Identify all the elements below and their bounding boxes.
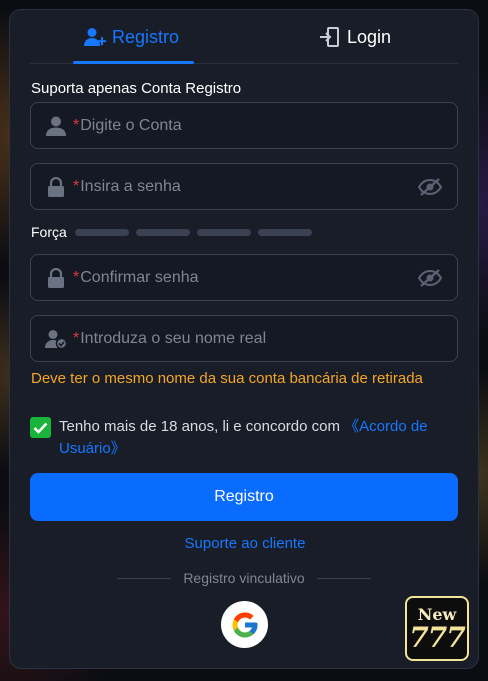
tab-registro[interactable]: Registro xyxy=(84,10,179,64)
account-field[interactable]: * Digite o Conta xyxy=(30,102,458,149)
auth-tabs: Registro Login xyxy=(30,10,458,64)
register-modal: Registro Login Suporta apenas Conta Regi… xyxy=(9,9,479,669)
customer-support-link[interactable]: Suporte ao cliente xyxy=(10,535,480,552)
lock-icon xyxy=(45,176,67,198)
required-mark: * xyxy=(73,177,80,195)
active-tab-indicator xyxy=(73,61,194,64)
agreement-row: Tenho mais de 18 anos, li e concordo com… xyxy=(30,416,450,460)
required-mark: * xyxy=(73,116,80,134)
new-777-badge[interactable]: New 777 xyxy=(405,596,469,661)
strength-bar xyxy=(74,228,129,236)
tab-login[interactable]: Login xyxy=(319,10,391,64)
confirm-password-input[interactable]: Confirmar senha xyxy=(80,269,417,287)
strength-bar xyxy=(257,228,312,236)
eye-hidden-icon[interactable] xyxy=(417,267,443,289)
bind-divider: Registro vinculativo xyxy=(117,570,372,586)
agreement-text: Tenho mais de 18 anos, li e concordo com… xyxy=(59,416,450,460)
password-strength: Força xyxy=(31,224,319,240)
divider-line xyxy=(117,577,172,579)
strength-bar xyxy=(135,228,190,236)
login-door-icon xyxy=(319,26,341,48)
badge-line2: 777 xyxy=(409,620,465,654)
divider-line xyxy=(316,577,372,579)
real-name-field[interactable]: * Introduza o seu nome real xyxy=(30,315,458,362)
agreement-checkbox[interactable] xyxy=(30,417,51,438)
real-name-warning: Deve ter o mesmo nome da sua conta bancá… xyxy=(31,370,423,387)
real-name-input[interactable]: Introduza o seu nome real xyxy=(80,330,457,348)
strength-bar xyxy=(196,228,251,236)
google-icon xyxy=(232,612,257,637)
agreement-text-body: Tenho mais de 18 anos, li e concordo com xyxy=(59,418,345,435)
required-mark: * xyxy=(73,329,80,347)
lock-icon xyxy=(45,267,67,289)
eye-hidden-icon[interactable] xyxy=(417,176,443,198)
account-input[interactable]: Digite o Conta xyxy=(80,117,457,135)
user-icon xyxy=(45,115,67,137)
user-add-icon xyxy=(84,27,106,47)
user-verified-icon xyxy=(45,328,67,350)
tab-registro-label: Registro xyxy=(112,26,180,47)
password-field[interactable]: * Insira a senha xyxy=(30,163,458,210)
divider-label: Registro vinculativo xyxy=(183,570,305,586)
strength-label: Força xyxy=(31,224,67,240)
check-icon xyxy=(33,422,48,434)
password-input[interactable]: Insira a senha xyxy=(80,178,417,196)
tab-login-label: Login xyxy=(347,26,392,47)
register-button[interactable]: Registro xyxy=(30,473,458,521)
google-login-button[interactable] xyxy=(221,601,268,648)
required-mark: * xyxy=(73,268,80,286)
confirm-password-field[interactable]: * Confirmar senha xyxy=(30,254,458,301)
section-label: Suporta apenas Conta Registro xyxy=(31,80,242,97)
